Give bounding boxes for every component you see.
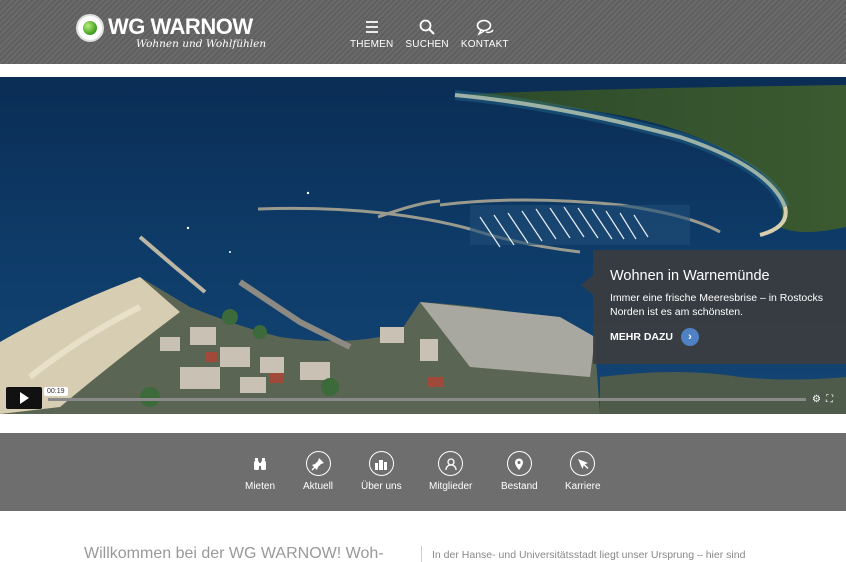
video-time: 00:19: [44, 387, 68, 396]
quicklink-mitglieder[interactable]: Mitglieder: [429, 451, 472, 492]
quicklink-mieten-label: Mieten: [245, 481, 276, 492]
quicklink-aktuell[interactable]: Aktuell: [303, 451, 333, 492]
quicklink-karriere-label: Karriere: [565, 481, 601, 492]
search-icon: [419, 19, 435, 35]
logo-tagline: Wohnen und Wohlfühlen: [136, 38, 267, 50]
quicklink-karriere[interactable]: Karriere: [565, 451, 601, 492]
quicklinks-bar: Mieten Aktuell Über uns Mitglieder Besta…: [0, 433, 846, 511]
nav-kontakt-label: KONTAKT: [460, 39, 509, 50]
video-caption-box: Wohnen in Warnemünde Immer eine frische …: [581, 250, 846, 364]
hero-video[interactable]: Wohnen in Warnemünde Immer eine frische …: [0, 77, 846, 414]
menu-icon: [365, 21, 378, 33]
welcome-heading: Willkommen bei der WG WARNOW! Woh-: [84, 545, 384, 562]
logo-emblem-icon: [76, 14, 104, 42]
more-link[interactable]: MEHR DAZU ›: [610, 328, 699, 346]
quicklink-mitglieder-label: Mitglieder: [429, 481, 473, 492]
main-nav: THEMEN SUCHEN KONTAKT: [350, 18, 521, 50]
logo-text: WG WARNOW: [108, 14, 253, 39]
quicklink-bestand[interactable]: Bestand: [501, 451, 538, 492]
more-link-label: MEHR DAZU: [610, 331, 673, 343]
chat-icon: [476, 19, 494, 36]
nav-suchen[interactable]: SUCHEN: [405, 18, 449, 50]
people-icon: [438, 451, 464, 476]
cursor-icon: [570, 451, 596, 476]
chevron-right-icon: ›: [681, 328, 699, 346]
quicklink-ueber-uns[interactable]: Über uns: [361, 451, 402, 492]
video-progress-bar[interactable]: [48, 398, 806, 401]
quicklink-ueber-uns-label: Über uns: [361, 481, 402, 492]
nav-kontakt[interactable]: KONTAKT: [461, 18, 509, 50]
caption-text: Immer eine frische Meeresbrise – in Rost…: [610, 292, 823, 318]
logo[interactable]: WG WARNOW Wohnen und Wohlfühlen: [76, 12, 266, 54]
settings-gear-icon[interactable]: ⚙: [812, 395, 822, 405]
fullscreen-icon[interactable]: ⛶: [826, 395, 836, 405]
pin-icon: [305, 451, 331, 476]
site-header: WG WARNOW Wohnen und Wohlfühlen THEMEN S…: [0, 0, 846, 64]
quicklink-aktuell-label: Aktuell: [303, 481, 334, 492]
quicklink-bestand-label: Bestand: [501, 481, 538, 492]
play-button[interactable]: [6, 387, 42, 409]
nav-themen[interactable]: THEMEN: [350, 18, 393, 50]
map-marker-icon: [506, 451, 532, 476]
nav-suchen-label: SUCHEN: [405, 39, 449, 50]
content-divider: [421, 546, 422, 562]
binoculars-icon: [248, 451, 273, 476]
caption-title: Wohnen in Warnemünde: [610, 268, 770, 284]
quicklink-mieten[interactable]: Mieten: [245, 451, 275, 492]
buildings-icon: [368, 451, 394, 476]
intro-text: In der Hanse- und Universitätsstadt lieg…: [432, 549, 746, 561]
nav-themen-label: THEMEN: [350, 39, 394, 50]
